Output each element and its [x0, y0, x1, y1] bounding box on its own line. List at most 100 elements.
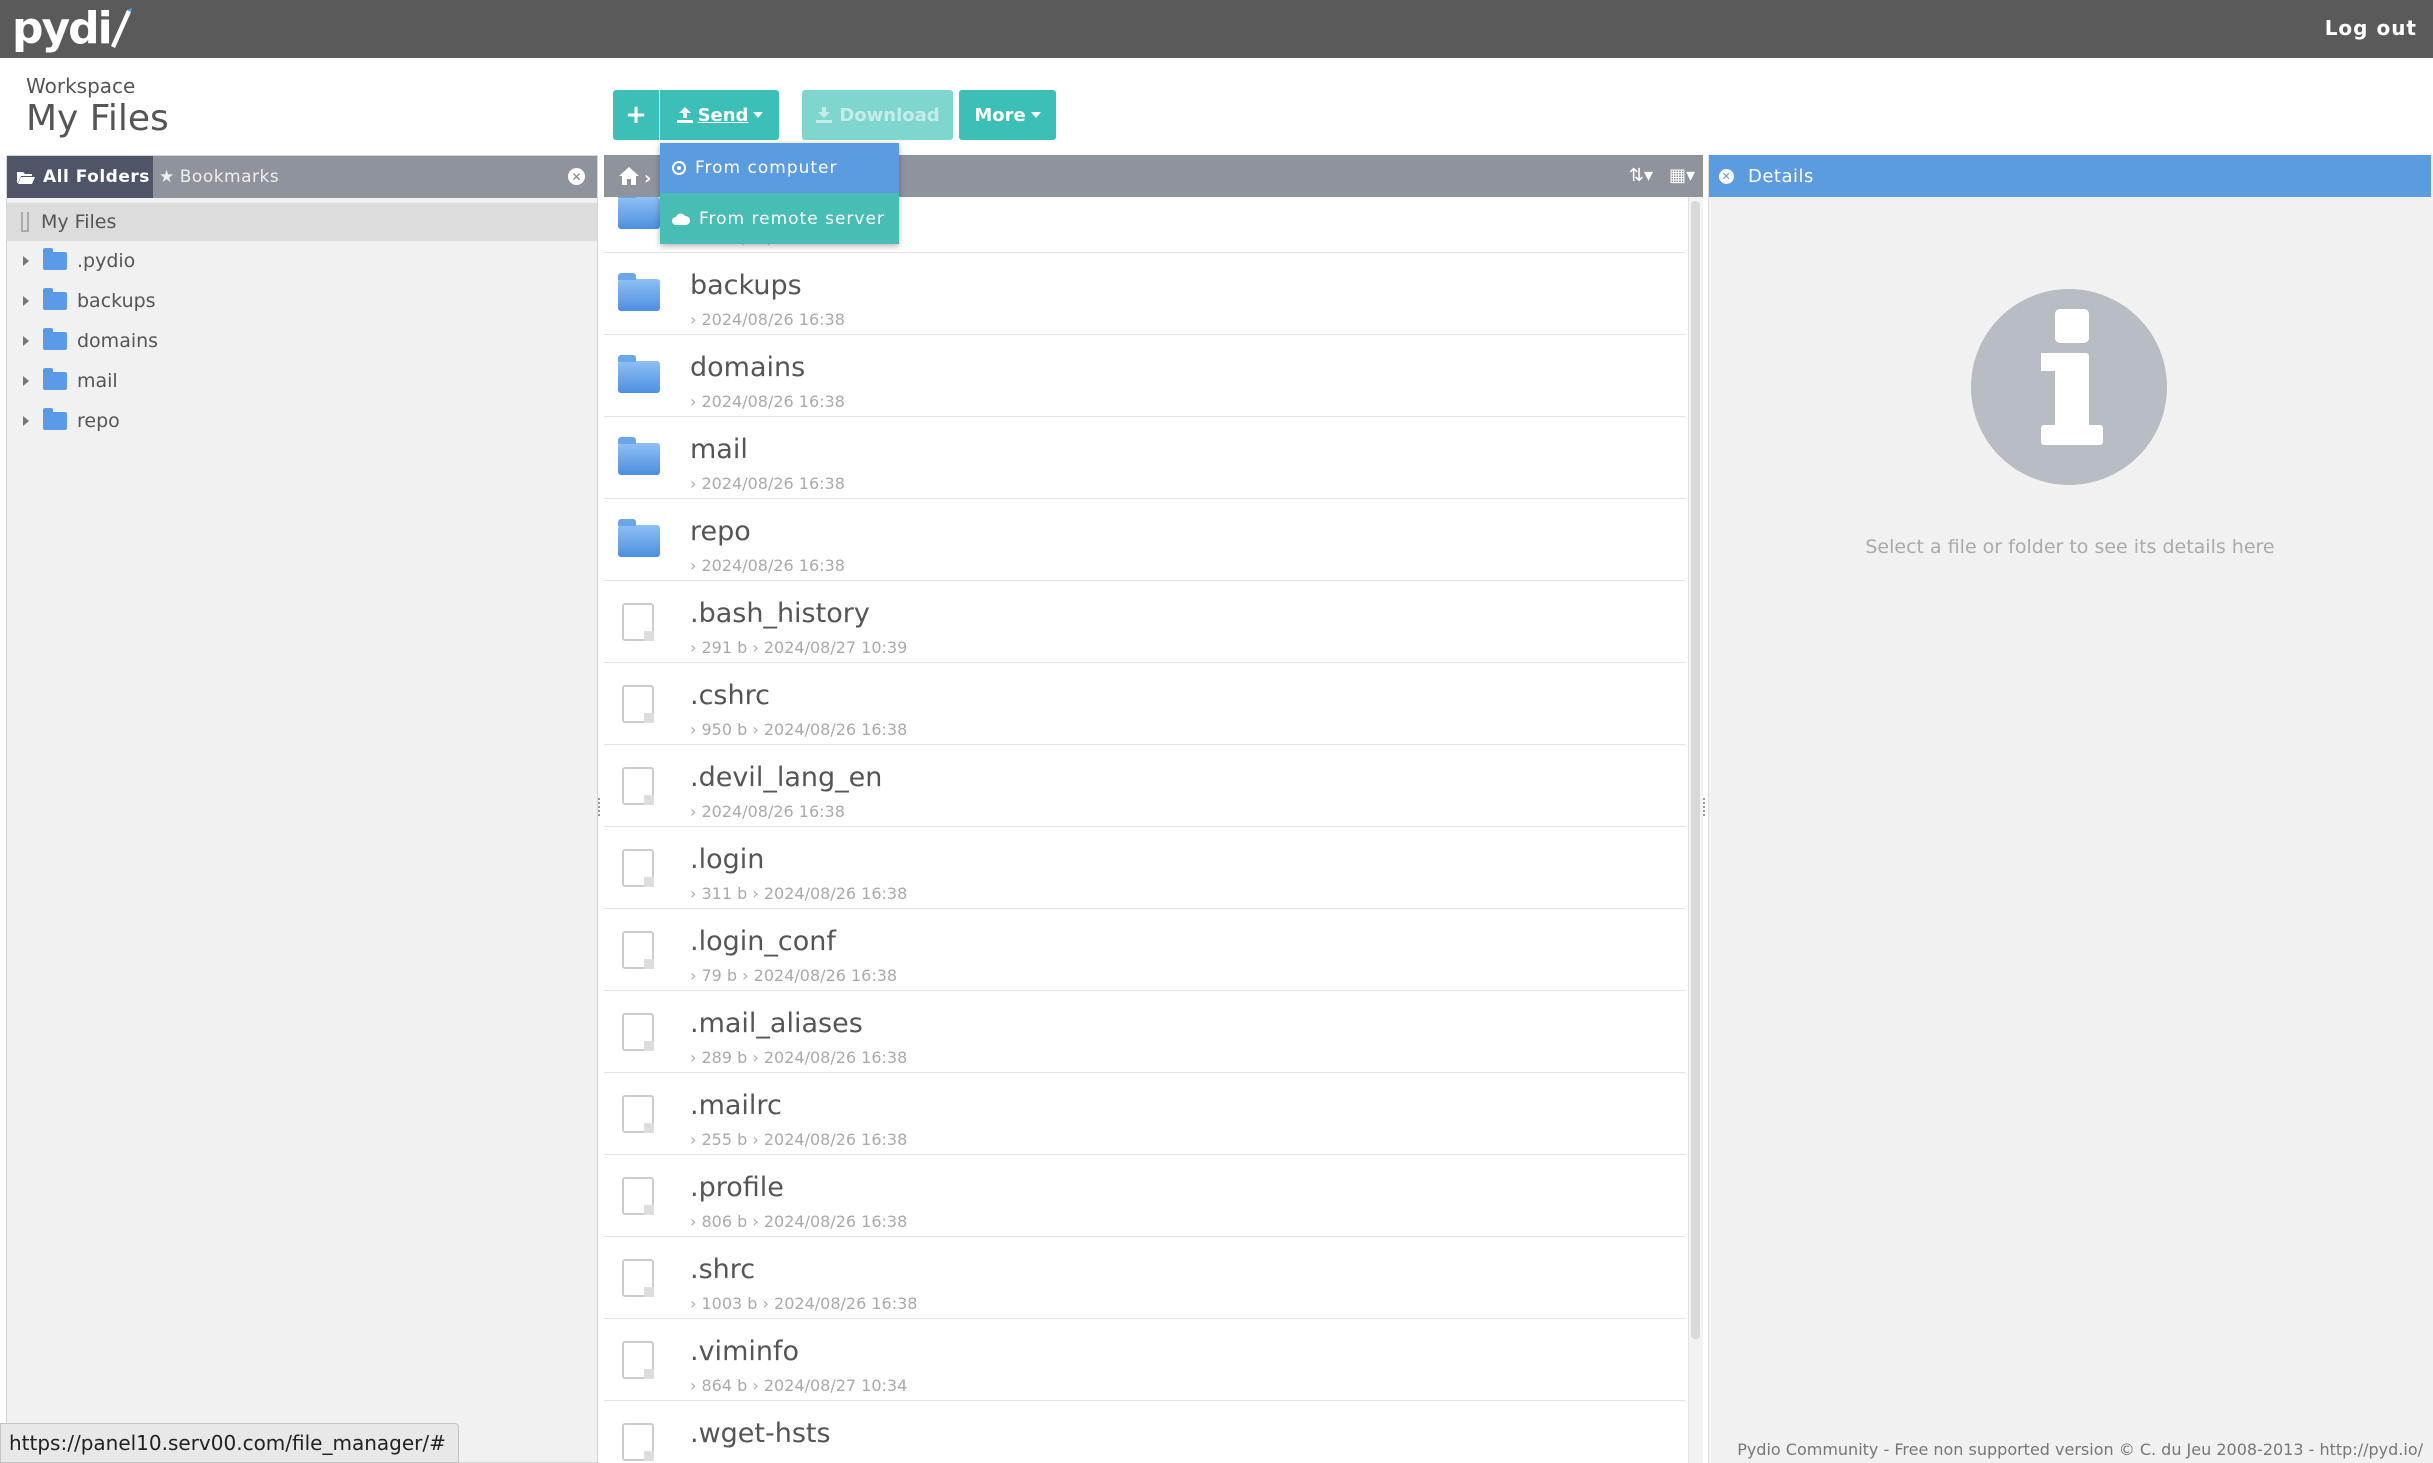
- file-meta: › 2024/08/26 16:38: [690, 392, 845, 411]
- file-size: 950 b: [701, 720, 748, 739]
- file-name: .profile: [690, 1172, 784, 1203]
- table-row[interactable]: backups › 2024/08/26 16:38: [604, 253, 1686, 335]
- file-name: .mailrc: [690, 1090, 782, 1121]
- expand-arrow-icon[interactable]: [23, 256, 29, 266]
- file-icon: [622, 931, 654, 969]
- file-meta: › 864 b › 2024/08/27 10:34: [690, 1376, 908, 1395]
- tab-all-folders-label: All Folders: [43, 167, 150, 187]
- file-date: 2024/08/27 10:39: [763, 638, 908, 657]
- table-row[interactable]: .login › 311 b › 2024/08/26 16:38: [604, 827, 1686, 909]
- tree-root-label: My Files: [41, 211, 117, 233]
- tree-item-label: repo: [77, 410, 120, 432]
- scrollbar-thumb[interactable]: [1691, 201, 1700, 1339]
- expand-arrow-icon[interactable]: [23, 296, 29, 306]
- table-row[interactable]: .bash_history › 291 b › 2024/08/27 10:39: [604, 581, 1686, 663]
- root-icon: [21, 212, 29, 232]
- tree-item-backups[interactable]: backups: [7, 281, 597, 321]
- tree-item-domains[interactable]: domains: [7, 321, 597, 361]
- tree-item-mail[interactable]: mail: [7, 361, 597, 401]
- table-row[interactable]: repo › 2024/08/26 16:38: [604, 499, 1686, 581]
- home-icon[interactable]: [618, 166, 640, 186]
- file-size: 311 b: [701, 884, 748, 903]
- folder-panel-tabs: All Folders ★ Bookmarks ✕: [7, 156, 597, 198]
- menu-item-from-computer[interactable]: From computer: [660, 143, 899, 193]
- file-icon: [622, 1013, 654, 1051]
- status-bar-url: https://panel10.serv00.com/file_manager/…: [0, 1423, 459, 1463]
- add-button[interactable]: +: [613, 90, 659, 140]
- file-icon: [622, 603, 654, 641]
- table-row[interactable]: .profile › 806 b › 2024/08/26 16:38: [604, 1155, 1686, 1237]
- folder-tree-panel: All Folders ★ Bookmarks ✕ My Files .pydi…: [6, 155, 598, 1463]
- file-date: 2024/08/26 16:38: [763, 1130, 908, 1149]
- folder-icon: [618, 437, 660, 475]
- file-name: .viminfo: [690, 1336, 800, 1367]
- table-row[interactable]: .cshrc › 950 b › 2024/08/26 16:38: [604, 663, 1686, 745]
- more-button[interactable]: More: [959, 90, 1056, 140]
- expand-arrow-icon[interactable]: [23, 376, 29, 386]
- file-list: .pydio› 2024/08/29 16:21backups› 2024/08…: [604, 197, 1686, 1463]
- file-name: .login_conf: [690, 926, 836, 957]
- menu-item-label: From remote server: [699, 208, 885, 229]
- table-row[interactable]: .shrc › 1003 b › 2024/08/26 16:38: [604, 1237, 1686, 1319]
- table-row[interactable]: mail › 2024/08/26 16:38: [604, 417, 1686, 499]
- folder-icon: [618, 355, 660, 393]
- file-meta: › 79 b › 2024/08/26 16:38: [690, 966, 898, 985]
- file-name: .login: [690, 844, 765, 875]
- tab-bookmarks[interactable]: ★ Bookmarks: [159, 156, 279, 198]
- send-label: Send: [697, 104, 749, 126]
- tree-root-my-files[interactable]: My Files: [7, 203, 597, 241]
- star-icon: ★: [159, 167, 175, 187]
- cloud-icon: [672, 213, 690, 225]
- logo-text: pydi: [12, 3, 113, 54]
- file-date: 2024/08/26 16:38: [763, 1048, 908, 1067]
- table-row[interactable]: .login_conf › 79 b › 2024/08/26 16:38: [604, 909, 1686, 991]
- download-label: Download: [839, 104, 940, 126]
- footer-text: Pydio Community - Free non supported ver…: [1737, 1440, 2423, 1459]
- folder-icon: [618, 519, 660, 557]
- logout-button[interactable]: Log out: [2325, 16, 2417, 40]
- menu-item-label: From computer: [695, 158, 838, 178]
- file-meta: › 2024/08/26 16:38: [690, 556, 845, 575]
- file-meta: › 291 b › 2024/08/27 10:39: [690, 638, 908, 657]
- file-date: 2024/08/26 16:38: [763, 884, 908, 903]
- file-name: domains: [690, 352, 806, 383]
- folder-icon: [43, 368, 67, 390]
- sort-icon[interactable]: ⇅▾: [1629, 165, 1653, 186]
- table-row[interactable]: .devil_lang_en › 2024/08/26 16:38: [604, 745, 1686, 827]
- table-row[interactable]: .viminfo › 864 b › 2024/08/27 10:34: [604, 1319, 1686, 1401]
- file-date: 2024/08/26 16:38: [763, 1212, 908, 1231]
- download-button[interactable]: Download: [802, 90, 953, 140]
- file-name: .bash_history: [690, 598, 870, 629]
- file-name: backups: [690, 270, 802, 301]
- expand-arrow-icon[interactable]: [23, 416, 29, 426]
- tree-item-label: .pydio: [77, 250, 136, 272]
- table-row[interactable]: .mail_aliases › 289 b › 2024/08/26 16:38: [604, 991, 1686, 1073]
- tab-all-folders[interactable]: All Folders: [7, 156, 153, 198]
- table-row[interactable]: .mailrc › 255 b › 2024/08/26 16:38: [604, 1073, 1686, 1155]
- file-list-scrollbar[interactable]: [1688, 197, 1703, 1463]
- view-mode-icon[interactable]: ▦▾: [1669, 165, 1695, 186]
- chevron-down-icon: [753, 112, 764, 118]
- menu-item-from-remote-server[interactable]: From remote server: [660, 193, 899, 244]
- tree-item-pydio[interactable]: .pydio: [7, 241, 597, 281]
- file-icon: [622, 1423, 654, 1461]
- file-icon: [622, 1095, 654, 1133]
- file-icon: [622, 1259, 654, 1297]
- folder-icon: [618, 197, 660, 229]
- table-row[interactable]: .wget-hsts: [604, 1401, 1686, 1463]
- table-row[interactable]: domains › 2024/08/26 16:38: [604, 335, 1686, 417]
- upload-circle-icon: [672, 161, 686, 175]
- tree-item-repo[interactable]: repo: [7, 401, 597, 441]
- file-size: 79 b: [701, 966, 738, 985]
- send-button[interactable]: Send: [660, 90, 779, 140]
- details-title: Details: [1748, 165, 1814, 187]
- folder-icon: [43, 248, 67, 270]
- expand-arrow-icon[interactable]: [23, 336, 29, 346]
- file-meta: › 1003 b › 2024/08/26 16:38: [690, 1294, 918, 1313]
- upload-icon: [676, 107, 693, 123]
- close-icon[interactable]: ✕: [1719, 168, 1734, 184]
- workspace-label: Workspace: [26, 74, 136, 98]
- pydio-logo[interactable]: pydi: [12, 2, 133, 56]
- folder-icon: [618, 273, 660, 311]
- close-icon[interactable]: ✕: [568, 168, 585, 185]
